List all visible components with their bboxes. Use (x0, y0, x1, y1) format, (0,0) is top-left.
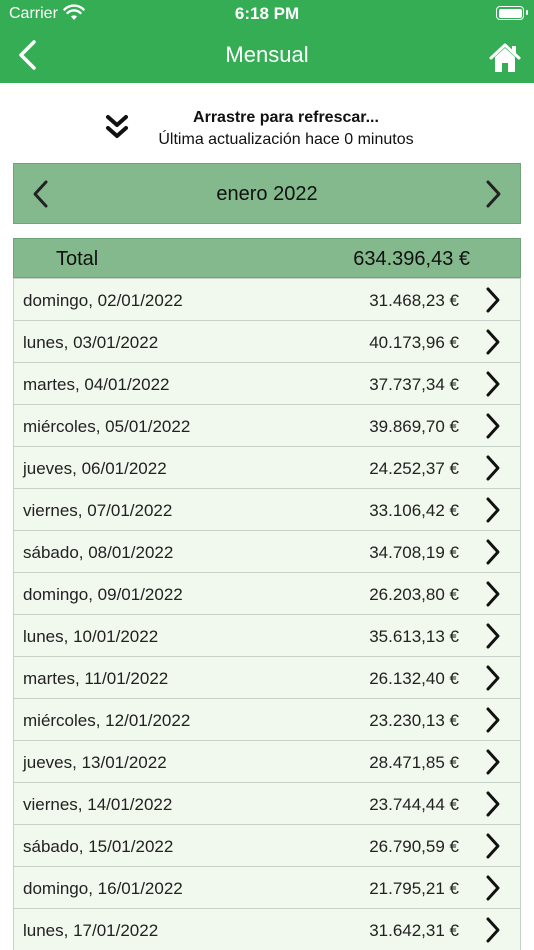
list-item[interactable]: lunes, 10/01/2022 35.613,13 € (13, 615, 521, 657)
day-amount: 34.708,19 € (369, 543, 459, 562)
day-date: miércoles, 12/01/2022 (23, 711, 191, 730)
day-date: viernes, 14/01/2022 (23, 795, 173, 814)
day-date: sábado, 08/01/2022 (23, 543, 174, 562)
list-item[interactable]: domingo, 09/01/2022 26.203,80 € (13, 573, 521, 615)
day-amount: 31.642,31 € (369, 921, 459, 940)
day-amount: 23.744,44 € (369, 795, 459, 814)
chevron-right-icon[interactable] (484, 706, 502, 734)
list-item[interactable]: sábado, 15/01/2022 26.790,59 € (13, 825, 521, 867)
chevron-right-icon[interactable] (484, 370, 502, 398)
page-title: Mensual (225, 42, 309, 67)
day-amount: 23.230,13 € (369, 711, 459, 730)
list-item[interactable]: lunes, 17/01/2022 31.642,31 € (13, 909, 521, 950)
day-amount: 24.252,37 € (369, 459, 459, 478)
battery-icon (496, 6, 528, 20)
pull-to-refresh: Arrastre para refrescar... Última actual… (0, 83, 534, 163)
day-amount: 35.613,13 € (369, 627, 459, 646)
day-date: lunes, 03/01/2022 (23, 333, 159, 352)
day-amount: 26.132,40 € (369, 669, 459, 688)
list-item[interactable]: jueves, 06/01/2022 24.252,37 € (13, 447, 521, 489)
clock: 6:18 PM (234, 4, 300, 23)
daily-list[interactable]: sábado, 01/01/202225.637,31 €domingo, 02… (13, 258, 521, 950)
chevron-right-icon[interactable] (484, 664, 502, 692)
total-value: 634.396,43 € (353, 248, 470, 270)
month-label: enero 2022 (216, 183, 318, 205)
list-item[interactable]: jueves, 13/01/2022 28.471,85 € (13, 741, 521, 783)
list-item[interactable]: domingo, 02/01/2022 31.468,23 € (13, 279, 521, 321)
day-date: sábado, 15/01/2022 (23, 837, 174, 856)
chevron-right-icon[interactable] (484, 622, 502, 650)
chevron-right-icon[interactable] (484, 286, 502, 314)
day-amount: 31.468,23 € (369, 291, 459, 310)
list-item[interactable]: domingo, 16/01/2022 21.795,21 € (13, 867, 521, 909)
chevron-right-icon[interactable] (484, 454, 502, 482)
day-amount: 37.737,34 € (369, 375, 459, 394)
day-date: domingo, 16/01/2022 (23, 879, 183, 898)
list-item[interactable]: sábado, 08/01/2022 34.708,19 € (13, 531, 521, 573)
total-label: Total (56, 248, 99, 270)
double-chevron-down-icon (106, 115, 128, 138)
chevron-right-icon[interactable] (484, 790, 502, 818)
chevron-right-icon[interactable] (484, 580, 502, 608)
home-icon[interactable] (488, 42, 522, 74)
list-item[interactable]: viernes, 07/01/2022 33.106,42 € (13, 489, 521, 531)
list-item[interactable]: martes, 11/01/2022 26.132,40 € (13, 657, 521, 699)
list-item[interactable]: miércoles, 05/01/2022 39.869,70 € (13, 405, 521, 447)
refresh-hint: Arrastre para refrescar... (193, 109, 379, 126)
chevron-right-icon[interactable] (484, 412, 502, 440)
day-amount: 33.106,42 € (369, 501, 459, 520)
chevron-right-icon[interactable] (484, 748, 502, 776)
chevron-right-icon[interactable] (484, 328, 502, 356)
next-month-icon[interactable] (482, 178, 504, 210)
day-date: domingo, 02/01/2022 (23, 291, 183, 310)
last-update-text: Última actualización hace 0 minutos (158, 131, 414, 148)
day-date: lunes, 10/01/2022 (23, 627, 159, 646)
chevron-right-icon[interactable] (484, 538, 502, 566)
chevron-right-icon[interactable] (484, 496, 502, 524)
day-amount: 21.795,21 € (369, 879, 459, 898)
day-date: martes, 11/01/2022 (23, 669, 169, 688)
nav-bar: Mensual (0, 28, 534, 83)
list-item[interactable]: miércoles, 12/01/2022 23.230,13 € (13, 699, 521, 741)
day-amount: 26.790,59 € (369, 837, 459, 856)
day-amount: 40.173,96 € (369, 333, 459, 352)
day-amount: 39.869,70 € (369, 417, 459, 436)
total-header: Total 634.396,43 € (13, 238, 521, 278)
status-bar: Carrier 6:18 PM (0, 0, 534, 28)
list-item[interactable]: martes, 04/01/2022 37.737,34 € (13, 363, 521, 405)
list-item[interactable]: lunes, 03/01/2022 40.173,96 € (13, 321, 521, 363)
chevron-right-icon[interactable] (484, 832, 502, 860)
day-date: martes, 04/01/2022 (23, 375, 170, 394)
day-date: jueves, 06/01/2022 (23, 459, 167, 478)
day-date: miércoles, 05/01/2022 (23, 417, 191, 436)
list-item[interactable]: viernes, 14/01/2022 23.744,44 € (13, 783, 521, 825)
day-amount: 28.471,85 € (369, 753, 459, 772)
chevron-right-icon[interactable] (484, 916, 502, 944)
day-date: lunes, 17/01/2022 (23, 921, 159, 940)
day-date: viernes, 07/01/2022 (23, 501, 173, 520)
month-selector: enero 2022 (13, 163, 521, 224)
chevron-right-icon[interactable] (484, 874, 502, 902)
day-amount: 26.203,80 € (369, 585, 459, 604)
day-date: domingo, 09/01/2022 (23, 585, 183, 604)
day-date: jueves, 13/01/2022 (23, 753, 167, 772)
